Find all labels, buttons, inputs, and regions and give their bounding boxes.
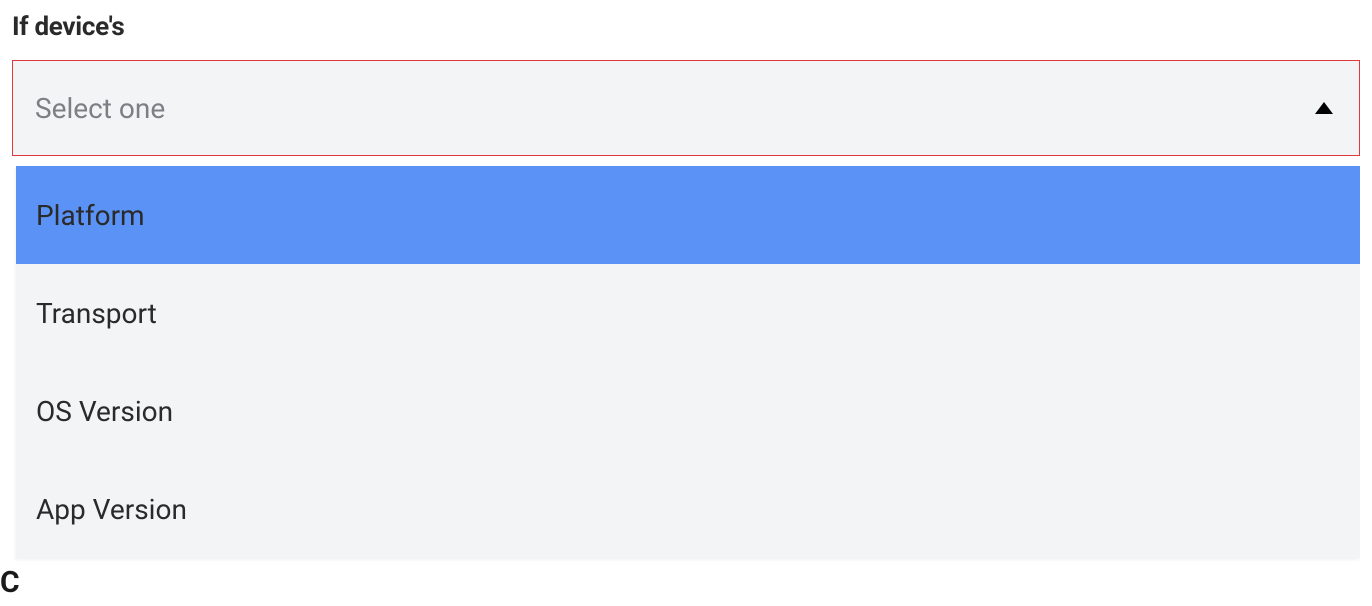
option-os-version[interactable]: OS Version xyxy=(16,362,1360,460)
cutoff-text: C xyxy=(0,565,20,600)
select-dropdown: Platform Transport OS Version App Versio… xyxy=(16,166,1360,558)
chevron-up-icon xyxy=(1315,102,1333,114)
select-placeholder: Select one xyxy=(35,92,165,125)
field-label: If device's xyxy=(12,12,1360,42)
option-app-version[interactable]: App Version xyxy=(16,460,1360,558)
option-platform[interactable]: Platform xyxy=(16,166,1360,264)
device-property-select[interactable]: Select one xyxy=(12,60,1360,156)
option-transport[interactable]: Transport xyxy=(16,264,1360,362)
